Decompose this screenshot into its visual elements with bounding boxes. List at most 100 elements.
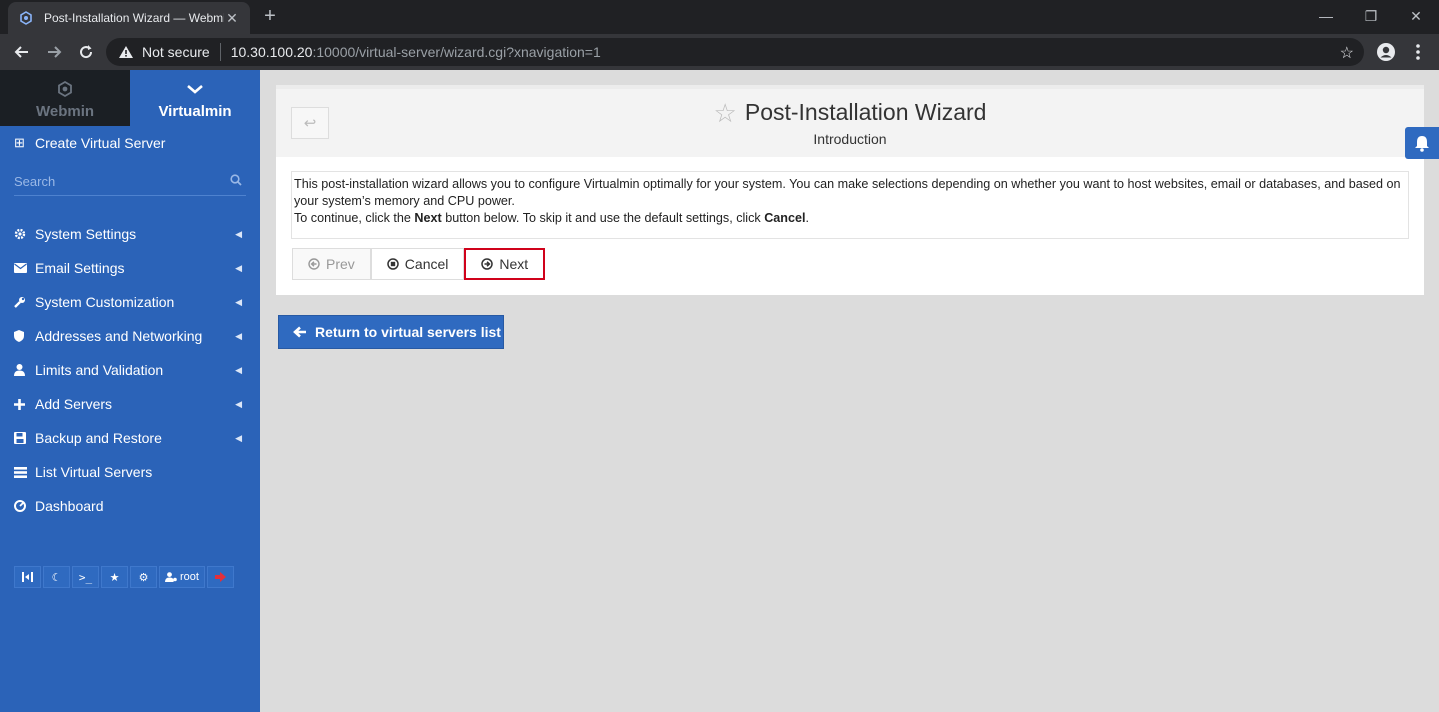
cogs-icon[interactable]: ⚙ bbox=[130, 566, 157, 588]
star-icon[interactable]: ★ bbox=[101, 566, 128, 588]
minimize-icon[interactable]: — bbox=[1303, 4, 1349, 28]
prev-label: Prev bbox=[326, 256, 355, 272]
caret-left-icon: ◀ bbox=[235, 262, 242, 273]
close-tab-icon[interactable]: ✕ bbox=[224, 10, 240, 27]
favorite-star-icon[interactable]: ☆ bbox=[714, 100, 737, 126]
webmin-logo-icon bbox=[56, 79, 74, 99]
sidebar-item-label: System Customization bbox=[35, 294, 175, 310]
arrow-circle-right-icon bbox=[481, 258, 494, 270]
floppy-icon bbox=[14, 432, 35, 444]
arrow-left-icon bbox=[293, 326, 306, 338]
browser-toolbar: Not secure 10.30.100.20 :10000/virtual-s… bbox=[0, 34, 1439, 70]
moon-icon[interactable]: ☾ bbox=[43, 566, 70, 588]
sidebar-item-label: Email Settings bbox=[35, 260, 125, 276]
sidebar-item-dashboard[interactable]: Dashboard bbox=[0, 489, 260, 523]
sidebar-item-system-settings[interactable]: System Settings ◀ bbox=[0, 217, 260, 251]
wizard-buttons: Prev Cancel Next bbox=[292, 248, 546, 280]
tab-webmin-label: Webmin bbox=[35, 103, 95, 120]
browser-tab[interactable]: Post-Installation Wizard — Webmin ✕ bbox=[8, 2, 250, 34]
stop-circle-icon bbox=[387, 258, 399, 270]
page-subtitle: Introduction bbox=[813, 130, 887, 147]
webmin-favicon-icon bbox=[18, 10, 34, 26]
divider bbox=[219, 43, 221, 61]
notification-bell-icon[interactable] bbox=[1405, 127, 1439, 159]
gear-icon bbox=[14, 228, 35, 240]
cancel-button[interactable]: Cancel bbox=[370, 248, 465, 280]
plus-square-icon: ⊞ bbox=[14, 135, 25, 150]
tab-title: Post-Installation Wizard — Webmin bbox=[44, 11, 224, 25]
sidebar-item-add-servers[interactable]: Add Servers ◀ bbox=[0, 387, 260, 421]
sidebar-tabs: Webmin Virtualmin bbox=[0, 70, 260, 126]
warning-icon bbox=[118, 45, 134, 59]
sidebar-item-label: Add Servers bbox=[35, 396, 113, 412]
caret-left-icon: ◀ bbox=[235, 330, 242, 341]
user-cog-icon bbox=[165, 572, 177, 582]
description-line-1: This post-installation wizard allows you… bbox=[294, 177, 1401, 208]
sidebar-menu: System Settings ◀ Email Settings ◀ Syste… bbox=[0, 217, 260, 523]
sidebar-item-label: List Virtual Servers bbox=[35, 464, 153, 480]
browser-tab-bar: Post-Installation Wizard — Webmin ✕ + — … bbox=[0, 0, 1439, 34]
tab-virtualmin-label: Virtualmin bbox=[158, 103, 232, 120]
description-line-2: To continue, click the Next button below… bbox=[294, 211, 810, 225]
return-to-list-button[interactable]: Return to virtual servers list bbox=[278, 315, 504, 349]
dashboard-icon bbox=[14, 500, 35, 512]
search-input[interactable] bbox=[14, 168, 246, 194]
sidebar-item-label: System Settings bbox=[35, 226, 137, 242]
page-title-text: Post-Installation Wizard bbox=[744, 99, 987, 125]
reload-icon[interactable] bbox=[74, 40, 98, 64]
tab-virtualmin[interactable]: Virtualmin bbox=[130, 70, 260, 126]
profile-icon[interactable] bbox=[1374, 40, 1398, 64]
close-window-icon[interactable]: ✕ bbox=[1393, 4, 1439, 28]
terminal-icon[interactable]: >_ bbox=[72, 566, 99, 588]
sidebar-item-addresses-networking[interactable]: Addresses and Networking ◀ bbox=[0, 319, 260, 353]
list-icon bbox=[14, 466, 35, 478]
back-arrow-icon[interactable] bbox=[10, 40, 34, 64]
bookmark-star-icon[interactable]: ☆ bbox=[1340, 43, 1354, 63]
sidebar-item-email-settings[interactable]: Email Settings ◀ bbox=[0, 251, 260, 285]
collapse-sidebar-icon[interactable] bbox=[14, 566, 41, 588]
create-virtual-server-label: Create Virtual Server bbox=[35, 135, 166, 151]
next-label: Next bbox=[499, 256, 529, 272]
search-icon[interactable] bbox=[230, 174, 242, 189]
sidebar-item-system-customization[interactable]: System Customization ◀ bbox=[0, 285, 260, 319]
shield-icon bbox=[14, 330, 35, 342]
address-bar[interactable]: Not secure 10.30.100.20 :10000/virtual-s… bbox=[106, 38, 1364, 66]
caret-left-icon: ◀ bbox=[235, 398, 242, 409]
caret-left-icon: ◀ bbox=[235, 296, 242, 307]
sidebar-search bbox=[14, 168, 246, 196]
wrench-icon bbox=[14, 296, 35, 308]
sidebar-item-label: Dashboard bbox=[35, 498, 104, 514]
prev-button[interactable]: Prev bbox=[292, 248, 371, 280]
restore-icon[interactable]: ❐ bbox=[1348, 4, 1394, 28]
wizard-panel: ↩ ☆ Post-Installation Wizard Introductio… bbox=[276, 85, 1424, 295]
return-label: Return to virtual servers list bbox=[315, 324, 501, 340]
page-title: ☆ Post-Installation Wizard bbox=[714, 99, 987, 126]
cancel-label: Cancel bbox=[404, 256, 449, 272]
chevron-down-icon bbox=[186, 79, 204, 99]
logout-icon[interactable] bbox=[206, 566, 234, 588]
plus-icon bbox=[14, 398, 35, 410]
sidebar-item-label: Backup and Restore bbox=[35, 430, 162, 446]
new-tab-icon[interactable]: + bbox=[260, 6, 280, 26]
next-button[interactable]: Next bbox=[464, 248, 546, 280]
sidebar: Webmin Virtualmin ⊞ Create Virtual Serve… bbox=[0, 70, 260, 712]
sidebar-item-backup-restore[interactable]: Backup and Restore ◀ bbox=[0, 421, 260, 455]
title-wrap: ☆ Post-Installation Wizard Introduction bbox=[276, 99, 1424, 147]
create-virtual-server-link[interactable]: ⊞ Create Virtual Server bbox=[0, 126, 260, 160]
tab-webmin[interactable]: Webmin bbox=[0, 70, 130, 126]
arrow-circle-left-icon bbox=[308, 258, 320, 270]
sidebar-footer-toolbar: ☾ >_ ★ ⚙ root bbox=[14, 566, 234, 588]
panel-header: ↩ ☆ Post-Installation Wizard Introductio… bbox=[276, 85, 1424, 157]
sidebar-item-limits-validation[interactable]: Limits and Validation ◀ bbox=[0, 353, 260, 387]
user-label: root bbox=[180, 571, 199, 583]
envelope-icon bbox=[14, 263, 35, 273]
security-label: Not secure bbox=[142, 44, 210, 60]
caret-left-icon: ◀ bbox=[235, 364, 242, 375]
caret-left-icon: ◀ bbox=[235, 432, 242, 443]
user-profile-button[interactable]: root bbox=[159, 566, 205, 588]
kebab-menu-icon[interactable] bbox=[1406, 40, 1430, 64]
url-host: 10.30.100.20 bbox=[230, 44, 313, 60]
forward-arrow-icon[interactable] bbox=[42, 40, 66, 64]
user-icon bbox=[14, 364, 35, 376]
sidebar-item-list-virtual-servers[interactable]: List Virtual Servers bbox=[0, 455, 260, 489]
